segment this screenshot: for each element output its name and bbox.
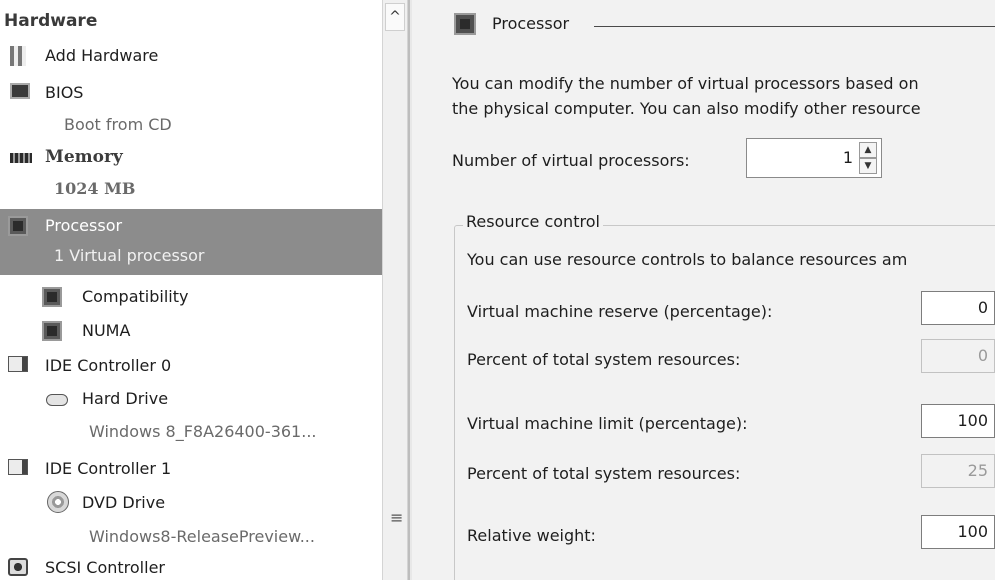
numa-label: NUMA	[82, 321, 131, 340]
reserve-total-field: 0	[921, 339, 995, 373]
memory-icon	[10, 153, 32, 163]
tree-item-compatibility[interactable]: Compatibility	[0, 284, 382, 312]
memory-label: Memory	[45, 147, 123, 167]
tree-item-scsi-controller[interactable]: SCSI Controller	[0, 553, 382, 580]
limit-label: Virtual machine limit (percentage):	[467, 414, 748, 433]
scsi-controller-label: SCSI Controller	[45, 558, 165, 577]
limit-total-field: 25	[921, 454, 995, 488]
ide-controller-icon	[8, 356, 28, 372]
tree-item-memory[interactable]: Memory 1024 MB	[0, 143, 382, 205]
bios-sub: Boot from CD	[64, 115, 172, 134]
num-processors-label: Number of virtual processors:	[452, 151, 690, 170]
tree-item-ide-controller-1[interactable]: IDE Controller 1	[0, 455, 382, 483]
limit-total-label: Percent of total system resources:	[467, 464, 741, 483]
compatibility-icon	[42, 287, 62, 307]
tree-item-ide-controller-0[interactable]: IDE Controller 0	[0, 351, 382, 379]
ide-controller-0-label: IDE Controller 0	[45, 356, 172, 375]
processor-icon	[8, 216, 28, 236]
dvd-drive-icon	[47, 491, 69, 513]
compatibility-label: Compatibility	[82, 287, 189, 306]
hard-drive-icon	[46, 394, 68, 406]
num-processors-stepper[interactable]: 1 ▲ ▼	[746, 138, 882, 178]
tree-scrollbar[interactable]: ^ ≡	[382, 0, 408, 580]
tree-item-processor[interactable]: Processor 1 Virtual processor	[0, 209, 382, 275]
numa-icon	[42, 321, 62, 341]
weight-input[interactable]: 100	[921, 515, 995, 549]
hard-drive-label: Hard Drive	[82, 389, 169, 408]
processor-description-line2: the physical computer. You can also modi…	[452, 99, 921, 118]
num-processors-value[interactable]: 1	[843, 148, 853, 167]
hardware-header: Hardware	[4, 11, 98, 31]
processor-section-title: Processor	[492, 14, 570, 33]
hardware-tree: Hardware Add Hardware BIOS Boot from CD …	[0, 0, 382, 580]
resource-control-description: You can use resource controls to balance…	[467, 250, 908, 269]
tree-item-add-hardware[interactable]: Add Hardware	[0, 43, 382, 69]
pane-divider	[408, 0, 412, 580]
limit-input[interactable]: 100	[921, 404, 995, 438]
bios-icon	[10, 83, 30, 99]
tree-item-bios[interactable]: BIOS Boot from CD	[0, 79, 382, 139]
tree-item-hard-drive[interactable]: Hard Drive Windows 8_F8A26400-361...	[0, 386, 382, 446]
scroll-grip-icon[interactable]: ≡	[390, 508, 403, 527]
tree-item-numa[interactable]: NUMA	[0, 318, 382, 346]
hard-drive-sub: Windows 8_F8A26400-361...	[89, 422, 317, 441]
processor-label: Processor	[45, 216, 123, 235]
processor-sub: 1 Virtual processor	[54, 246, 205, 265]
reserve-total-label: Percent of total system resources:	[467, 350, 741, 369]
scsi-controller-icon	[8, 558, 28, 576]
add-hardware-icon	[10, 46, 26, 66]
processor-icon	[454, 13, 476, 35]
ide-controller-1-label: IDE Controller 1	[45, 459, 172, 478]
section-divider	[594, 26, 995, 27]
stepper-buttons: ▲ ▼	[859, 142, 877, 174]
resource-control-title: Resource control	[463, 212, 603, 231]
reserve-input[interactable]: 0	[921, 291, 995, 325]
scroll-up-button[interactable]: ^	[385, 3, 405, 31]
tree-item-dvd-drive[interactable]: DVD Drive Windows8-ReleasePreview...	[0, 489, 382, 549]
add-hardware-label: Add Hardware	[45, 46, 159, 65]
stepper-down-icon[interactable]: ▼	[859, 158, 877, 174]
processor-description-line1: You can modify the number of virtual pro…	[452, 74, 919, 93]
weight-label: Relative weight:	[467, 526, 596, 545]
dvd-drive-sub: Windows8-ReleasePreview...	[89, 527, 315, 546]
ide-controller-icon	[8, 459, 28, 475]
reserve-label: Virtual machine reserve (percentage):	[467, 302, 773, 321]
bios-label: BIOS	[45, 83, 84, 102]
dvd-drive-label: DVD Drive	[82, 493, 166, 512]
processor-settings-pane: Processor You can modify the number of v…	[408, 0, 995, 580]
stepper-up-icon[interactable]: ▲	[859, 142, 877, 158]
memory-sub: 1024 MB	[54, 179, 136, 198]
